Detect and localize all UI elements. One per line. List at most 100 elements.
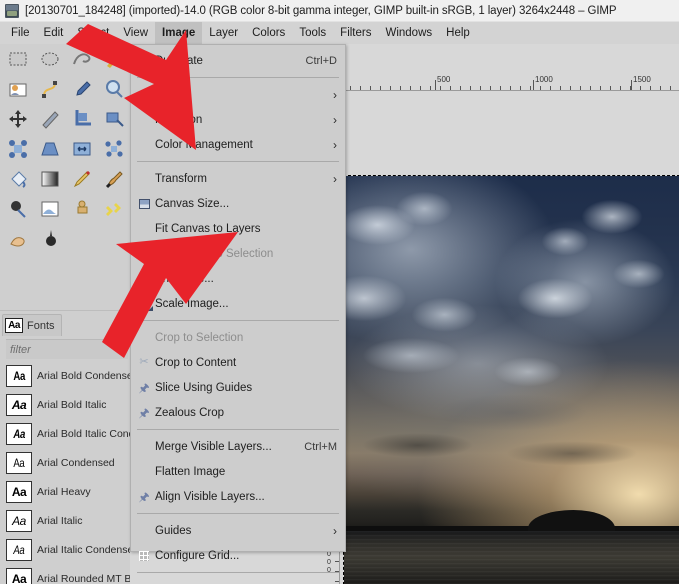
zoom-icon[interactable] — [98, 74, 130, 104]
paintbrush-icon[interactable] — [98, 164, 130, 194]
font-list-item[interactable]: Aa Arial Heavy — [6, 477, 130, 506]
menu-item-label: Zealous Crop — [155, 406, 225, 419]
menubar-item-file[interactable]: File — [4, 22, 37, 44]
chevron-right-icon: › — [333, 137, 337, 152]
menu-item-duplicate[interactable]: Duplicate Ctrl+D — [131, 48, 345, 73]
menu-item-icon — [135, 275, 153, 282]
menu-separator — [137, 429, 339, 430]
ink-icon[interactable] — [2, 194, 34, 224]
pencil-icon[interactable] — [66, 164, 98, 194]
menu-item-label: Canvas Size... — [155, 197, 230, 210]
flip-icon[interactable] — [66, 134, 98, 164]
menu-item-icon — [135, 55, 153, 68]
menu-bar: File Edit Select View Image Layer Colors Tools F… — [0, 22, 679, 44]
water-surface — [344, 530, 679, 584]
menu-item-label: Slice Using Guides — [155, 381, 253, 394]
blur-icon[interactable] — [34, 224, 66, 254]
ruler-tick — [520, 86, 521, 90]
menubar-item-tools[interactable]: Tools — [292, 22, 333, 44]
menubar-item-layer[interactable]: Layer — [202, 22, 245, 44]
rect-select-icon[interactable] — [2, 44, 34, 74]
align-icon[interactable] — [34, 104, 66, 134]
font-list-item[interactable]: Aa Arial Bold Italic Conde — [6, 419, 130, 448]
menu-item-flatten-image[interactable]: Flatten Image — [131, 459, 345, 484]
menu-item-canvas-size[interactable]: Canvas Size... — [131, 191, 345, 216]
menu-item-slice-using-guides[interactable]: 🖈 Slice Using Guides — [131, 375, 345, 400]
gradient-icon[interactable] — [34, 164, 66, 194]
font-list-item[interactable]: Aa Arial Italic Condensed — [6, 535, 130, 564]
image-canvas[interactable] — [343, 175, 679, 584]
canvas-area[interactable] — [341, 91, 679, 584]
transform-icon[interactable] — [98, 104, 130, 134]
ruler-label: 500 — [437, 75, 451, 84]
tab-fonts[interactable]: Aa Fonts — [2, 314, 62, 336]
menu-item-label: Mode — [155, 88, 184, 101]
menu-item-scale-image[interactable]: Scale Image... — [131, 291, 345, 316]
perspective-icon[interactable] — [34, 134, 66, 164]
menu-item-print-size[interactable]: Print Size... — [131, 266, 345, 291]
menu-item-icon — [135, 550, 153, 561]
menubar-item-filters[interactable]: Filters — [333, 22, 378, 44]
font-preview-icon: Aa — [6, 538, 32, 561]
image-menu-dropdown[interactable]: Duplicate Ctrl+D Mode › Precision › Color Mana… — [130, 44, 346, 584]
font-list-item[interactable]: Aa Arial Bold Condensed — [6, 361, 130, 390]
ruler-tick — [600, 86, 601, 90]
tab-fonts-label: Fonts — [27, 319, 55, 332]
font-list-item[interactable]: Aa Arial Condensed — [6, 448, 130, 477]
ruler-tick — [610, 86, 611, 90]
handle-transform-icon[interactable] — [98, 134, 130, 164]
color-picker-icon[interactable] — [66, 74, 98, 104]
fuzzy-select-icon[interactable] — [98, 44, 130, 74]
ruler-tick — [620, 86, 621, 90]
menu-item-transform[interactable]: Transform › — [131, 166, 345, 191]
dodge-burn-icon[interactable] — [2, 224, 34, 254]
font-list[interactable]: Aa Arial Bold Condensed Aa Arial Bold Itali… — [6, 361, 130, 584]
menubar-item-edit[interactable]: Edit — [37, 22, 71, 44]
menu-item-configure-grid[interactable]: Configure Grid... — [131, 543, 345, 568]
font-name-label: Arial Heavy — [37, 485, 91, 498]
ellipse-select-icon[interactable] — [34, 44, 66, 74]
horizontal-ruler: 500 1000 1500 — [340, 74, 679, 91]
free-select-icon[interactable] — [66, 44, 98, 74]
ruler-tick — [570, 86, 571, 90]
foreground-select-icon[interactable] — [2, 74, 34, 104]
menubar-item-view[interactable]: View — [116, 22, 155, 44]
menu-item-image-properties[interactable]: iImage PropertiesAlt+Return — [131, 577, 345, 584]
menu-item-precision[interactable]: Precision › — [131, 107, 345, 132]
menubar-item-image[interactable]: Image — [155, 22, 203, 44]
font-list-item[interactable]: Aa Arial Bold Italic — [6, 390, 130, 419]
crop-icon[interactable] — [66, 104, 98, 134]
menu-item-guides[interactable]: Guides › — [131, 518, 345, 543]
font-preview-text: Aa — [13, 455, 25, 470]
bucket-fill-icon[interactable] — [2, 164, 34, 194]
menu-item-label: Scale Image... — [155, 297, 229, 310]
menu-item-zealous-crop[interactable]: 🖈 Zealous Crop — [131, 400, 345, 425]
font-list-item[interactable]: Aa Arial Rounded MT Bold, — [6, 564, 130, 584]
font-preview-text: Aa — [13, 542, 25, 557]
menu-item-crop-to-content[interactable]: ✂ Crop to Content — [131, 350, 345, 375]
menu-item-label: Fit Canvas to Layers — [155, 222, 261, 235]
menu-item-align-visible-layers[interactable]: 🖈 Align Visible Layers... — [131, 484, 345, 509]
font-name-label: Arial Rounded MT Bold, — [37, 572, 130, 584]
menu-item-merge-visible-layers[interactable]: Merge Visible Layers... Ctrl+M — [131, 434, 345, 459]
ruler-tick — [590, 86, 591, 90]
ruler-tick — [500, 86, 501, 90]
ruler-tick — [410, 86, 411, 90]
menu-item-fit-canvas-to-layers[interactable]: Fit Canvas to Layers — [131, 216, 345, 241]
clone-icon[interactable] — [34, 194, 66, 224]
menu-item-mode[interactable]: Mode › — [131, 82, 345, 107]
smudge-icon[interactable] — [98, 194, 130, 224]
menu-item-label: Align Visible Layers... — [155, 490, 265, 503]
toolbox: ⇄ — [0, 44, 130, 310]
menubar-item-help[interactable]: Help — [439, 22, 477, 44]
heal-icon[interactable] — [66, 194, 98, 224]
unified-transform-icon[interactable] — [2, 134, 34, 164]
menu-item-color-management[interactable]: Color Management › — [131, 132, 345, 157]
font-filter-input[interactable]: filter — [6, 339, 128, 359]
menubar-item-windows[interactable]: Windows — [378, 22, 439, 44]
menubar-item-select[interactable]: Select — [70, 22, 116, 44]
move-icon[interactable] — [2, 104, 34, 134]
font-list-item[interactable]: Aa Arial Italic — [6, 506, 130, 535]
menubar-item-colors[interactable]: Colors — [245, 22, 292, 44]
paths-icon[interactable] — [34, 74, 66, 104]
